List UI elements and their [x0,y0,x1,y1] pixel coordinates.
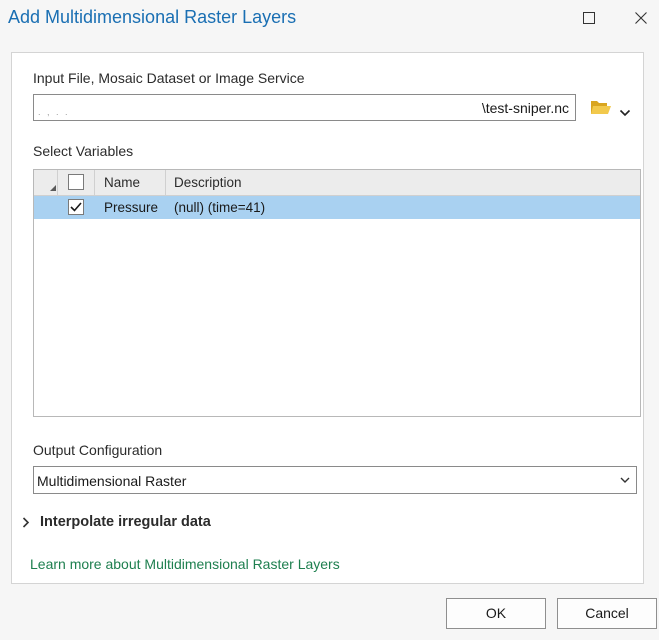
select-all-checkbox[interactable] [68,174,84,190]
output-configuration-label: Output Configuration [33,442,163,458]
column-header-name[interactable]: Name [104,175,140,190]
chevron-down-icon [619,109,631,117]
dialog-title: Add Multidimensional Raster Layers [8,7,297,27]
obscured-path-text: . , . . [38,107,70,117]
chevron-down-icon [620,477,630,483]
dialog-panel: Input File, Mosaic Dataset or Image Serv… [11,52,644,584]
checkmark-icon [70,202,82,212]
interpolate-label: Interpolate irregular data [40,514,211,530]
row-checkbox[interactable] [68,199,84,215]
variables-grid: Name Description Pressure (null) (time=4… [33,169,641,417]
column-header-description[interactable]: Description [174,175,242,190]
title-bar: Add Multidimensional Raster Layers [0,0,659,40]
ok-button[interactable]: OK [446,598,546,629]
table-row[interactable]: Pressure (null) (time=41) [34,196,640,219]
learn-more-link[interactable]: Learn more about Multidimensional Raster… [30,556,340,572]
folder-open-icon [591,101,611,114]
input-label: Input File, Mosaic Dataset or Image Serv… [33,70,305,86]
maximize-icon [583,12,595,24]
chevron-right-icon [22,517,30,528]
browse-folder-button[interactable] [590,98,612,118]
browse-options-dropdown[interactable] [619,104,631,117]
sort-indicator-icon[interactable] [50,185,56,191]
output-configuration-select[interactable]: Multidimensional Raster [33,466,637,494]
row-description-cell: (null) (time=41) [174,200,266,215]
maximize-button[interactable] [576,6,602,30]
row-name-cell: Pressure [104,200,159,215]
close-button[interactable] [628,6,654,30]
output-configuration-value: Multidimensional Raster [37,473,187,489]
input-path-text: \test-sniper.nc [481,100,569,116]
select-variables-label: Select Variables [33,143,134,159]
input-path-field[interactable]: . , . . \test-sniper.nc [33,94,576,121]
close-icon [635,12,647,24]
grid-header: Name Description [34,170,640,196]
cancel-button[interactable]: Cancel [557,598,657,629]
